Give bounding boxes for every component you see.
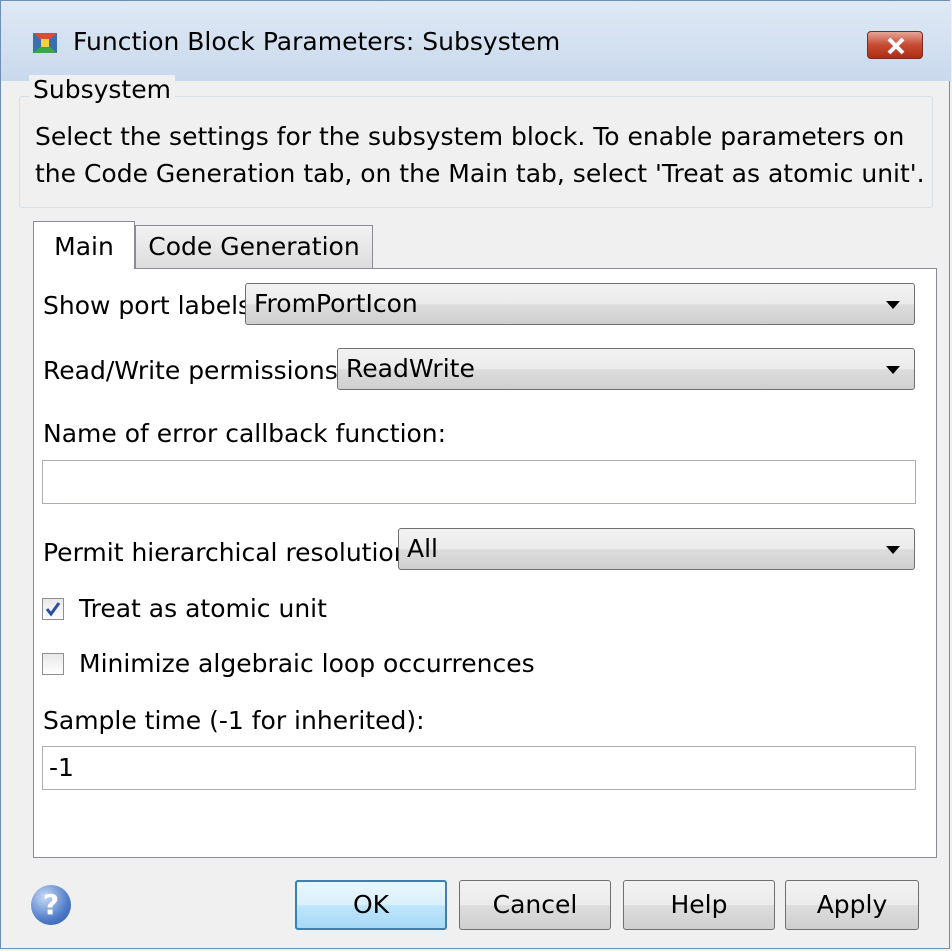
description-text: Select the settings for the subsystem bl…: [35, 122, 925, 188]
error-callback-label: Name of error callback function:: [43, 419, 447, 448]
read-write-label: Read/Write permissions:: [43, 356, 347, 385]
minimize-loop-checkbox[interactable]: [42, 653, 64, 675]
read-write-select[interactable]: ReadWrite: [337, 348, 915, 390]
help-button[interactable]: Help: [623, 880, 775, 930]
chevron-down-icon: [886, 546, 900, 554]
sample-time-label: Sample time (-1 for inherited):: [43, 706, 425, 735]
atomic-unit-checkbox[interactable]: [42, 598, 64, 620]
hierarchical-resolution-value: All: [407, 534, 438, 563]
dialog-window: Function Block Parameters: Subsystem Sub…: [0, 0, 951, 949]
hierarchical-resolution-label: Permit hierarchical resolution:: [43, 538, 418, 567]
show-port-labels-select[interactable]: FromPortIcon: [245, 283, 915, 325]
close-icon: [887, 37, 905, 55]
help-circle-icon[interactable]: ?: [31, 885, 71, 925]
apply-button[interactable]: Apply: [785, 880, 919, 930]
error-callback-input[interactable]: [42, 460, 916, 504]
show-port-labels-label: Show port labels: [43, 291, 252, 320]
chevron-down-icon: [886, 301, 900, 309]
tab-main[interactable]: Main: [33, 221, 135, 269]
tab-code-generation[interactable]: Code Generation: [135, 225, 373, 269]
read-write-value: ReadWrite: [346, 354, 475, 383]
ok-button[interactable]: OK: [295, 880, 447, 930]
checkmark-icon: [45, 602, 61, 617]
group-label: Subsystem: [29, 75, 175, 104]
window-title: Function Block Parameters: Subsystem: [73, 27, 561, 56]
show-port-labels-value: FromPortIcon: [254, 289, 418, 318]
simulink-block-icon: [33, 33, 57, 53]
close-button[interactable]: [867, 31, 923, 59]
hierarchical-resolution-select[interactable]: All: [398, 528, 915, 570]
minimize-loop-label[interactable]: Minimize algebraic loop occurrences: [79, 649, 535, 678]
atomic-unit-label[interactable]: Treat as atomic unit: [79, 594, 327, 623]
title-bar[interactable]: Function Block Parameters: Subsystem: [1, 1, 951, 81]
chevron-down-icon: [886, 366, 900, 374]
cancel-button[interactable]: Cancel: [459, 880, 611, 930]
sample-time-input[interactable]: -1: [42, 746, 916, 790]
